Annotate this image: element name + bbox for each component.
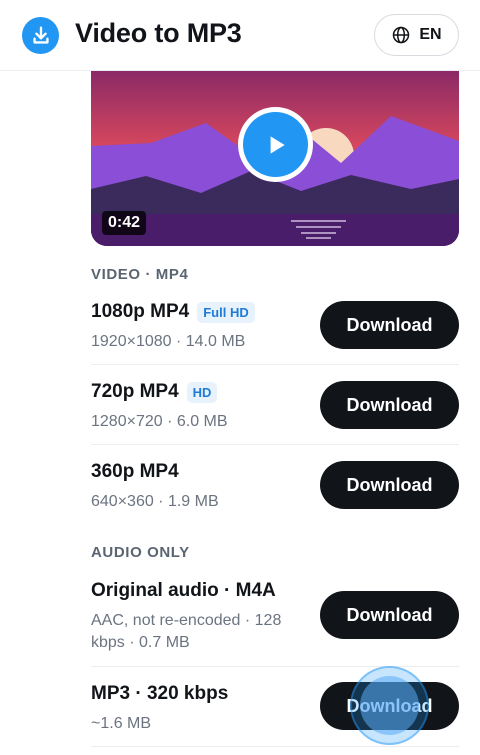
option-format: 360p MP4 [91, 461, 179, 482]
option-format: 1080p MP4 [91, 301, 190, 322]
play-icon [270, 135, 285, 154]
divider [91, 746, 459, 747]
divider [91, 364, 459, 365]
language-label: EN [419, 26, 442, 43]
download-button-1080p[interactable]: Download [320, 301, 459, 349]
option-row-m4a: Original audio · M4A AAC, not re-encoded… [91, 580, 306, 654]
quality-badge: HD [186, 381, 218, 403]
download-button-m4a[interactable]: Download [320, 591, 459, 639]
video-section-label: VIDEO · MP4 [91, 266, 189, 283]
app-header: Video to MP3 EN [0, 0, 480, 71]
option-format: 720p MP4 [91, 381, 179, 402]
app-title: Video to MP3 [75, 18, 242, 48]
option-meta: AAC, not re-encoded · 128 kbps · 0.7 MB [91, 612, 282, 651]
option-format: Original audio · M4A [91, 580, 276, 601]
quality-badge: Full HD [197, 301, 255, 323]
video-preview[interactable]: 0:42 [91, 71, 459, 246]
divider [91, 666, 459, 667]
option-format: MP3 · 320 kbps [91, 683, 229, 704]
download-button-360p[interactable]: Download [320, 461, 459, 509]
play-button[interactable] [238, 107, 313, 182]
divider [91, 444, 459, 445]
video-duration: 0:42 [102, 211, 147, 235]
download-circle-icon[interactable] [22, 17, 59, 54]
download-button-720p[interactable]: Download [320, 381, 459, 429]
language-button[interactable]: EN [374, 14, 459, 56]
globe-icon [393, 26, 410, 44]
audio-section-label: AUDIO ONLY [91, 544, 190, 561]
tap-indicator-core [360, 676, 419, 735]
